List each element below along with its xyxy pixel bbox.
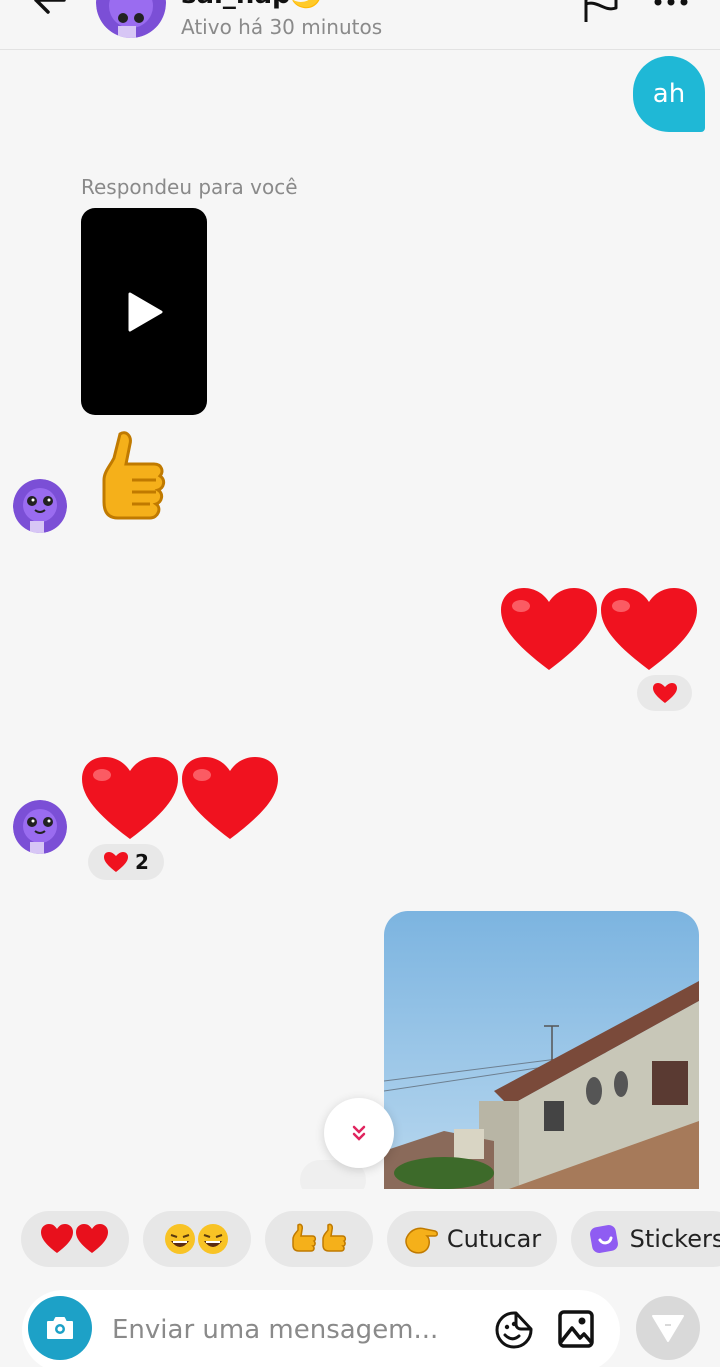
photo-message[interactable] — [384, 911, 699, 1189]
quick-reply-poke[interactable]: Cutucar — [387, 1211, 557, 1267]
camera-button[interactable] — [28, 1296, 92, 1360]
sticker-icon[interactable] — [494, 1310, 534, 1354]
sent-message-bubble[interactable]: ah — [633, 56, 705, 132]
quick-reply-laughing[interactable] — [143, 1211, 251, 1267]
heart-icon — [104, 852, 129, 872]
chat-screen: sal_hap🌙 Ativo há 30 minutos ah Responde… — [0, 0, 720, 1367]
laughing-emoji-icon — [165, 1224, 228, 1254]
stickers-label: Stickers — [629, 1225, 720, 1253]
quick-reply-stickers[interactable]: Stickers — [571, 1211, 720, 1267]
contact-avatar[interactable] — [13, 800, 67, 854]
quick-replies-bar: Cutucar Stickers — [0, 1189, 720, 1289]
wave-hand-icon — [405, 1227, 438, 1254]
thumbs-up-icon — [292, 1223, 347, 1252]
play-icon[interactable] — [127, 292, 163, 336]
contact-avatar[interactable] — [13, 479, 67, 533]
image-icon[interactable] — [558, 1310, 594, 1352]
reaction-count: 2 — [135, 850, 149, 874]
received-hearts-message[interactable] — [80, 755, 280, 845]
flag-icon[interactable] — [580, 0, 620, 22]
send-button[interactable] — [636, 1296, 700, 1360]
quick-reply-hearts[interactable] — [21, 1211, 129, 1267]
reaction-badge[interactable] — [637, 675, 692, 711]
reply-label: Respondeu para você — [81, 175, 298, 199]
chevron-double-down-icon — [352, 1125, 366, 1141]
thumbs-up-message[interactable] — [92, 428, 168, 530]
send-icon — [652, 1315, 684, 1342]
heart-icon — [652, 683, 677, 703]
sent-hearts-message[interactable] — [499, 586, 699, 676]
message-input[interactable] — [112, 1308, 472, 1352]
reaction-badge[interactable]: 2 — [88, 844, 164, 880]
chat-header: sal_hap🌙 Ativo há 30 minutos — [0, 0, 720, 50]
back-arrow-icon[interactable] — [30, 0, 70, 20]
active-status: Ativo há 30 minutos — [181, 15, 383, 39]
camera-icon — [47, 1317, 73, 1339]
quick-reply-thumbs[interactable] — [265, 1211, 373, 1267]
more-icon[interactable] — [652, 0, 692, 8]
header-avatar[interactable] — [96, 0, 166, 38]
scroll-to-bottom-button[interactable] — [324, 1098, 394, 1168]
contact-name[interactable]: sal_hap🌙 — [181, 0, 323, 10]
stickers-icon — [589, 1225, 618, 1253]
hearts-icon — [41, 1224, 108, 1253]
poke-label: Cutucar — [446, 1225, 542, 1253]
video-message[interactable] — [81, 208, 207, 415]
